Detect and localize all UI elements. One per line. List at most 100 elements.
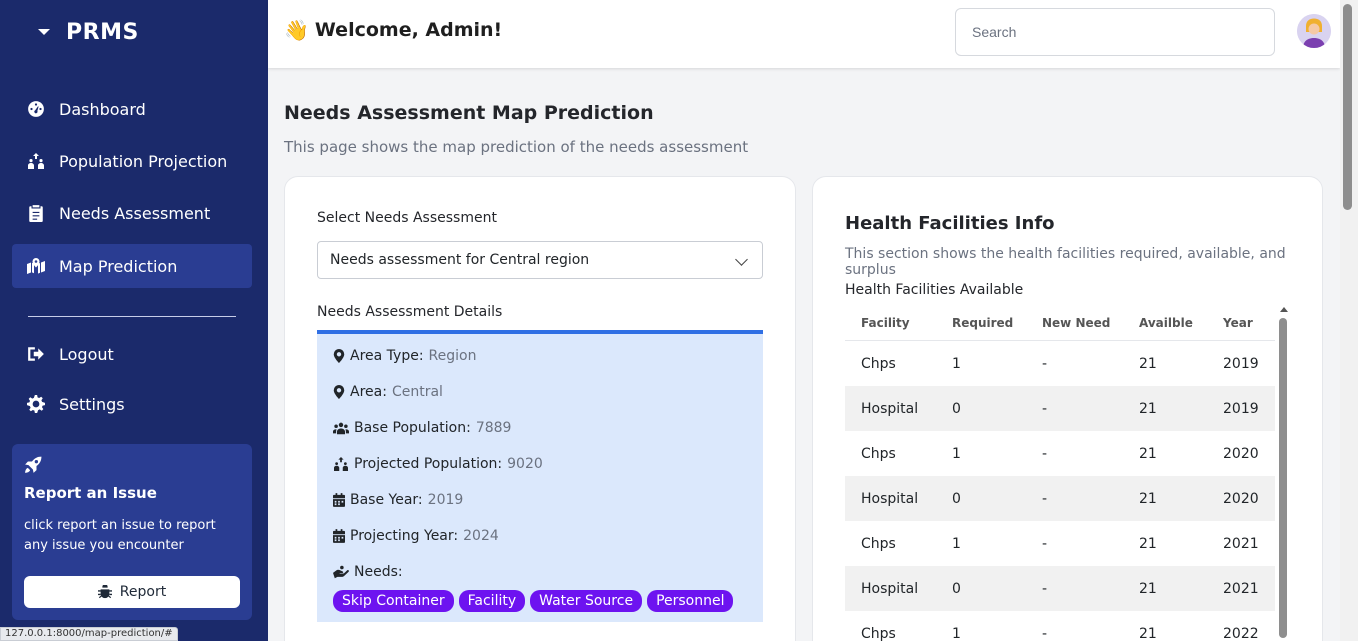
column-header[interactable]: Facility: [845, 316, 936, 330]
needs-tags: Skip Container Facility Water Source Per…: [333, 590, 734, 612]
select-label: Select Needs Assessment: [317, 210, 497, 226]
brand[interactable]: PRMS: [38, 16, 139, 48]
column-header[interactable]: New Need: [1026, 316, 1123, 330]
table-cell: 21: [1139, 535, 1157, 552]
gear-icon: [27, 395, 45, 413]
need-tag: Personnel: [647, 590, 734, 612]
health-facilities-subtitle: This section shows the health facilities…: [845, 246, 1286, 278]
table-cell: 21: [1139, 490, 1157, 507]
detail-area-type: Area Type: Region: [333, 348, 476, 364]
need-tag: Water Source: [530, 590, 643, 612]
table-cell: -: [1042, 490, 1048, 507]
detail-projecting-year: Projecting Year: 2024: [333, 528, 499, 544]
table-cell: 0: [952, 400, 961, 417]
status-bar-url: 127.0.0.1:8000/map-prediction/#: [0, 627, 178, 641]
caret-down-icon[interactable]: [38, 29, 50, 35]
report-button[interactable]: Report: [24, 576, 240, 608]
sidebar-item-label: Settings: [59, 394, 125, 414]
sidebar-item-dashboard[interactable]: Dashboard: [12, 87, 252, 131]
page-scrollbar-thumb[interactable]: [1343, 4, 1352, 210]
map-location-icon: [27, 258, 45, 274]
sidebar-item-logout[interactable]: Logout: [12, 332, 252, 376]
table-cell: 2021: [1223, 580, 1259, 597]
table-cell: 2019: [1223, 400, 1259, 417]
column-header[interactable]: Year: [1207, 316, 1275, 330]
table-cell: -: [1042, 535, 1048, 552]
table-cell: 2019: [1223, 355, 1259, 372]
sidebar-item-label: Map Prediction: [59, 256, 178, 276]
table-body: Chps 1 - 21 2019 Hospital 0 - 21 2019 Chps 1 - 21 2020…: [845, 341, 1275, 641]
welcome-text: Welcome, Admin!: [314, 19, 503, 41]
detail-projected-population: Projected Population: 9020: [333, 456, 543, 472]
detail-needs: Needs:: [333, 564, 403, 580]
rocket-icon: [25, 456, 42, 473]
map-marker-icon: [333, 349, 345, 363]
page-subtitle: This page shows the map prediction of th…: [284, 138, 749, 156]
avatar[interactable]: [1297, 14, 1331, 48]
sidebar-item-map-prediction[interactable]: Map Prediction: [12, 244, 252, 288]
table-cell: Chps: [861, 625, 896, 641]
table-cell: Hospital: [861, 580, 919, 597]
column-header[interactable]: Availble: [1123, 316, 1207, 330]
needs-assessment-select[interactable]: Needs assessment for Central region: [317, 241, 763, 279]
table-cell: Hospital: [861, 490, 919, 507]
table-cell: 21: [1139, 355, 1157, 372]
table-cell: Chps: [861, 535, 896, 552]
topbar: 👋 Welcome, Admin!: [268, 0, 1340, 68]
sidebar-item-population-projection[interactable]: Population Projection: [12, 139, 252, 183]
user-avatar-icon: [1297, 14, 1331, 48]
table-cell: 21: [1139, 580, 1157, 597]
table-cell: 1: [952, 355, 961, 372]
sidebar-item-label: Population Projection: [59, 151, 228, 171]
table-cell: -: [1042, 355, 1048, 372]
table-cell: 2021: [1223, 535, 1259, 552]
sidebar-item-label: Needs Assessment: [59, 203, 211, 223]
brand-name: PRMS: [66, 19, 139, 45]
calendar-icon: [333, 529, 345, 543]
table-scrollbar[interactable]: [1279, 307, 1289, 638]
select-value: Needs assessment for Central region: [330, 252, 590, 268]
dashboard-gauge-icon: [28, 101, 44, 117]
table-cell: -: [1042, 625, 1048, 641]
table-scrollbar-thumb[interactable]: [1279, 318, 1287, 638]
table-cell: 2020: [1223, 490, 1259, 507]
table-row: Hospital 0 - 21 2020: [845, 476, 1275, 521]
column-header[interactable]: Required: [936, 316, 1026, 330]
sidebar-item-needs-assessment[interactable]: Needs Assessment: [12, 191, 252, 235]
table-cell: 1: [952, 445, 961, 462]
table-cell: 0: [952, 490, 961, 507]
table-cell: 1: [952, 535, 961, 552]
table-row: Chps 1 - 21 2022: [845, 611, 1275, 641]
chevron-down-icon: [735, 253, 748, 266]
report-issue-card: Report an Issue click report an issue to…: [12, 444, 252, 620]
table-cell: 21: [1139, 400, 1157, 417]
welcome-heading: 👋 Welcome, Admin!: [284, 18, 502, 42]
table-row: Chps 1 - 21 2020: [845, 431, 1275, 476]
table-cell: 2022: [1223, 625, 1259, 641]
detail-base-population: Base Population: 7889: [333, 420, 511, 436]
table-cell: -: [1042, 580, 1048, 597]
need-tag: Facility: [458, 590, 526, 612]
table-cell: 21: [1139, 625, 1157, 641]
clipboard-icon: [29, 205, 43, 222]
sidebar: PRMS Dashboard Population Projection Nee…: [0, 0, 268, 641]
sidebar-divider: [28, 316, 236, 317]
table-cell: 1: [952, 625, 961, 641]
health-facilities-card: Health Facilities Info This section show…: [812, 176, 1323, 641]
detail-area: Area: Central: [333, 384, 443, 400]
health-facilities-title: Health Facilities Info: [845, 213, 1055, 234]
search-input[interactable]: [955, 8, 1275, 56]
people-arrows-icon: [28, 153, 44, 169]
health-facilities-table-label: Health Facilities Available: [845, 282, 1024, 298]
report-button-label: Report: [119, 584, 167, 600]
sidebar-item-settings[interactable]: Settings: [12, 382, 252, 426]
scroll-up-arrow-icon[interactable]: [1280, 307, 1288, 312]
waving-hand-icon: 👋: [284, 18, 309, 42]
need-tag: Skip Container: [333, 590, 454, 612]
table-cell: -: [1042, 445, 1048, 462]
sidebar-item-label: Dashboard: [59, 99, 146, 119]
report-title: Report an Issue: [24, 484, 157, 502]
table-cell: 0: [952, 580, 961, 597]
table-header: Facility Required New Need Availble Year: [845, 305, 1275, 341]
table-row: Hospital 0 - 21 2019: [845, 386, 1275, 431]
